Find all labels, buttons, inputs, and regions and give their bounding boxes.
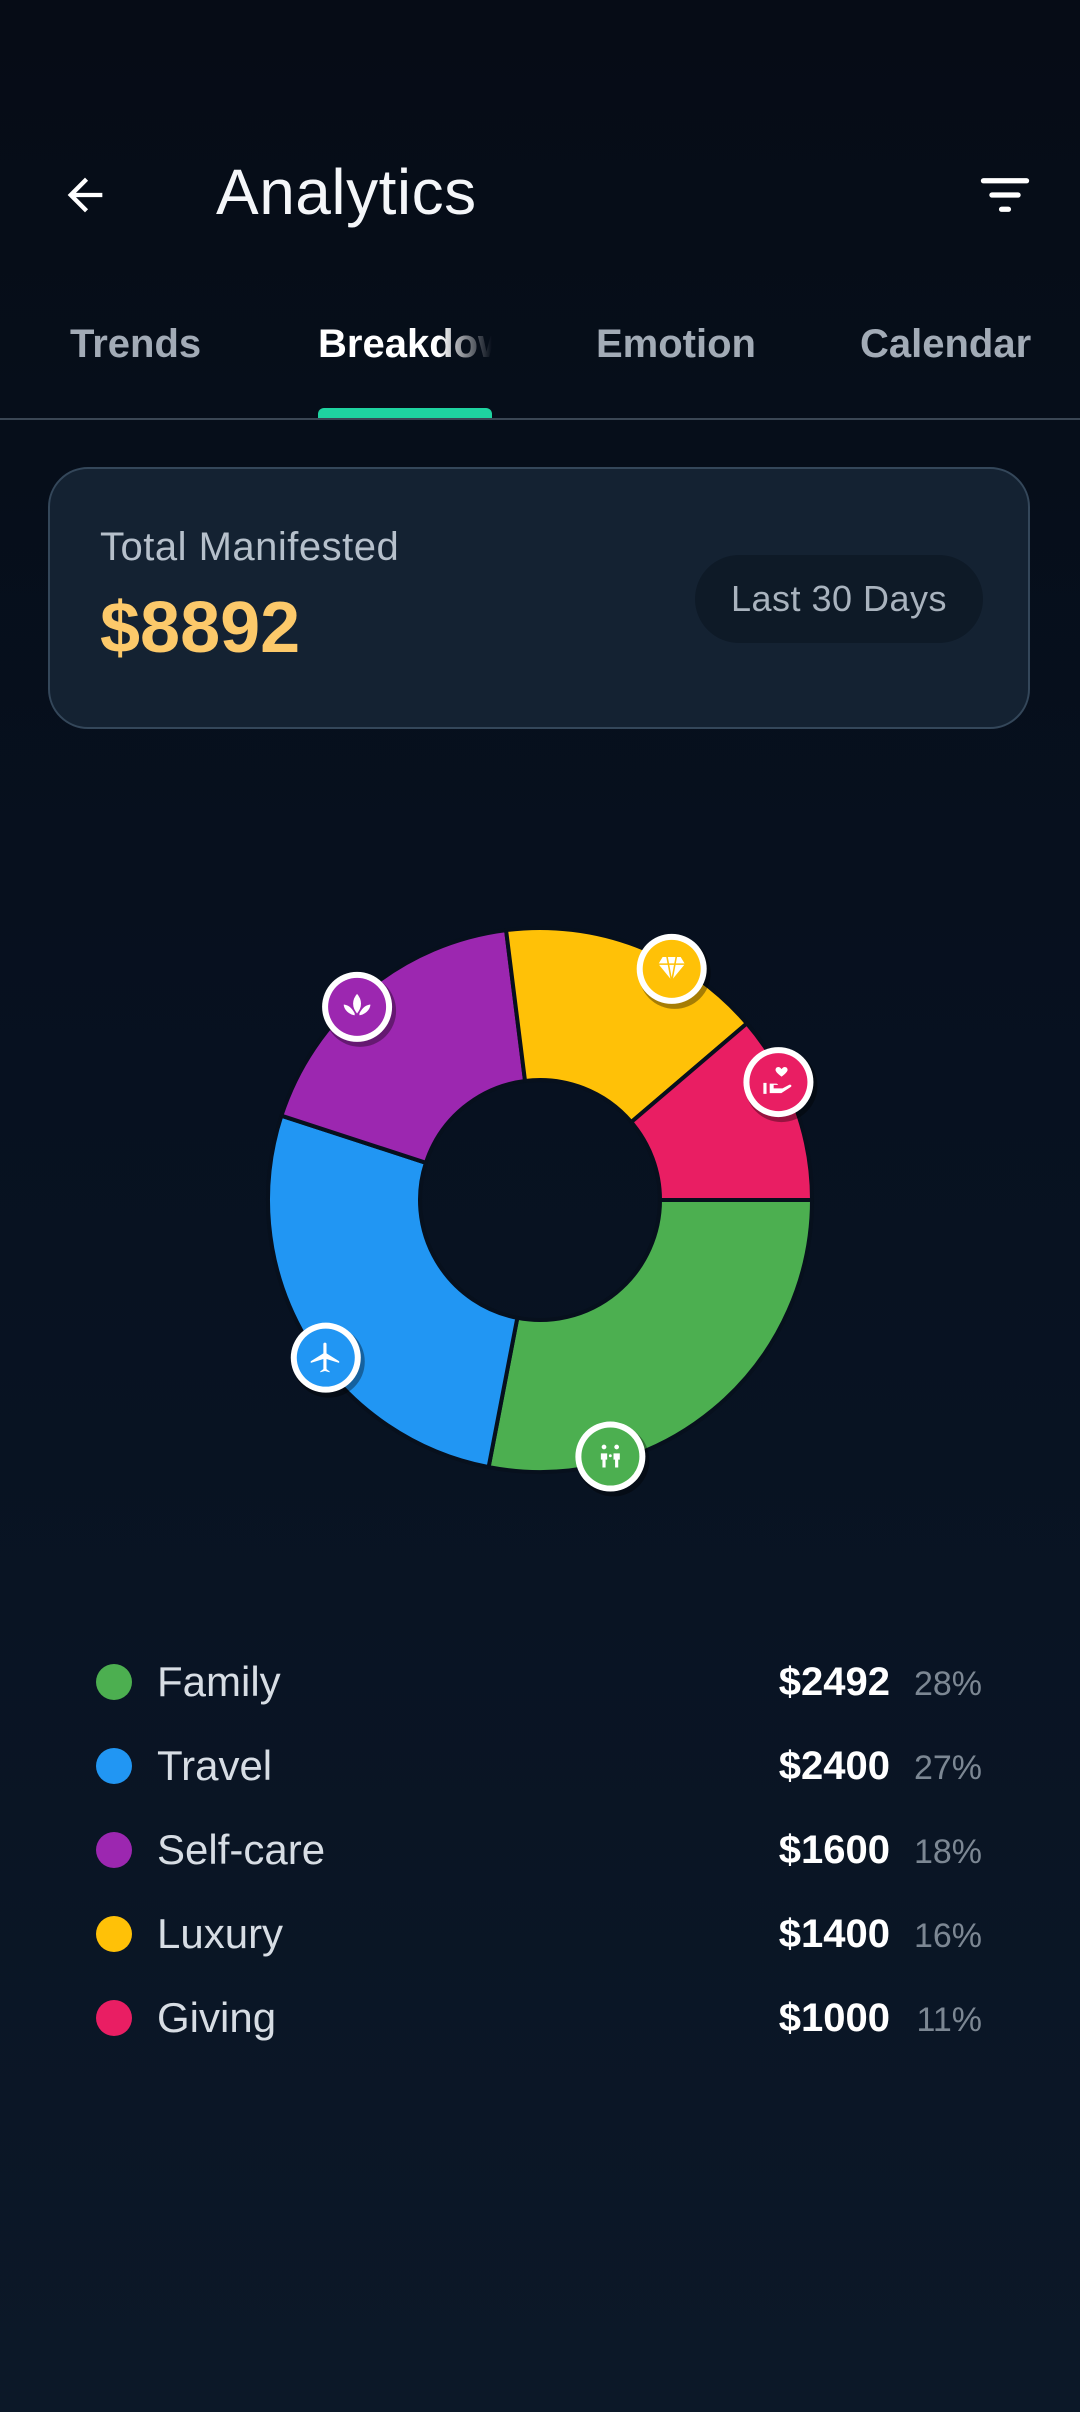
filter-icon: [980, 178, 1030, 212]
legend-name: Family: [157, 1658, 281, 1705]
legend-percent: 28%: [913, 1665, 982, 1703]
tab-label: Trends: [70, 322, 202, 366]
donut-slice-travel[interactable]: [266, 1113, 520, 1470]
total-manifested-card: Total Manifested $8892 Last 30 Days: [48, 467, 1030, 729]
legend-dot: [96, 1832, 132, 1868]
legend-item-family[interactable]: Family $2492 28%: [0, 1640, 1080, 1724]
legend-item-luxury[interactable]: Luxury $1400 16%: [0, 1892, 1080, 1976]
legend-percent: 11%: [916, 2001, 982, 2039]
page-title: Analytics: [216, 156, 477, 228]
total-label: Total Manifested: [100, 525, 400, 569]
legend-amount: $1400: [778, 1912, 890, 1956]
legend-amount: $1600: [778, 1828, 890, 1872]
arrow-left-icon: [67, 177, 103, 213]
legend-amount: $2492: [778, 1660, 890, 1704]
tab-indicator: [318, 408, 492, 418]
breakdown-donut-chart: [0, 840, 1080, 1560]
tab-bar: Trends Breakdown Emotion Calendar: [0, 290, 1080, 420]
donut-slice-self-care[interactable]: [279, 928, 528, 1165]
legend-name: Self-care: [157, 1826, 326, 1873]
legend-dot: [96, 1916, 132, 1952]
legend-item-travel[interactable]: Travel $2400 27%: [0, 1724, 1080, 1808]
tab-breakdown[interactable]: Breakdown: [318, 316, 492, 416]
legend-amount: $1000: [778, 1996, 890, 2040]
legend-percent: 27%: [913, 1749, 982, 1787]
filter-button[interactable]: [960, 150, 1050, 240]
tab-calendar[interactable]: Calendar: [860, 316, 1031, 416]
tab-trends[interactable]: Trends: [70, 316, 201, 416]
legend-amount: $2400: [778, 1744, 890, 1788]
tab-emotion[interactable]: Emotion: [596, 316, 756, 416]
legend-dot: [96, 2000, 132, 2036]
app-bar: Analytics: [0, 130, 1080, 250]
tab-label: Calendar: [860, 322, 1032, 366]
legend-name: Luxury: [157, 1910, 284, 1957]
legend-item-giving[interactable]: Giving $1000 11%: [0, 1976, 1080, 2060]
total-amount: $8892: [100, 588, 301, 668]
legend-percent: 16%: [913, 1917, 982, 1955]
legend-dot: [96, 1664, 132, 1700]
tab-label: Emotion: [596, 322, 756, 366]
legend-percent: 18%: [913, 1833, 982, 1871]
donut-slice-family[interactable]: [486, 1198, 814, 1474]
tab-label: Breakdown: [318, 322, 492, 366]
period-chip[interactable]: Last 30 Days: [695, 555, 983, 643]
donut-chart-svg: [266, 926, 818, 1497]
legend-name: Travel: [157, 1742, 273, 1789]
legend-name: Giving: [157, 1994, 277, 2041]
legend-item-self-care[interactable]: Self-care $1600 18%: [0, 1808, 1080, 1892]
legend-dot: [96, 1748, 132, 1784]
back-button[interactable]: [40, 150, 130, 240]
